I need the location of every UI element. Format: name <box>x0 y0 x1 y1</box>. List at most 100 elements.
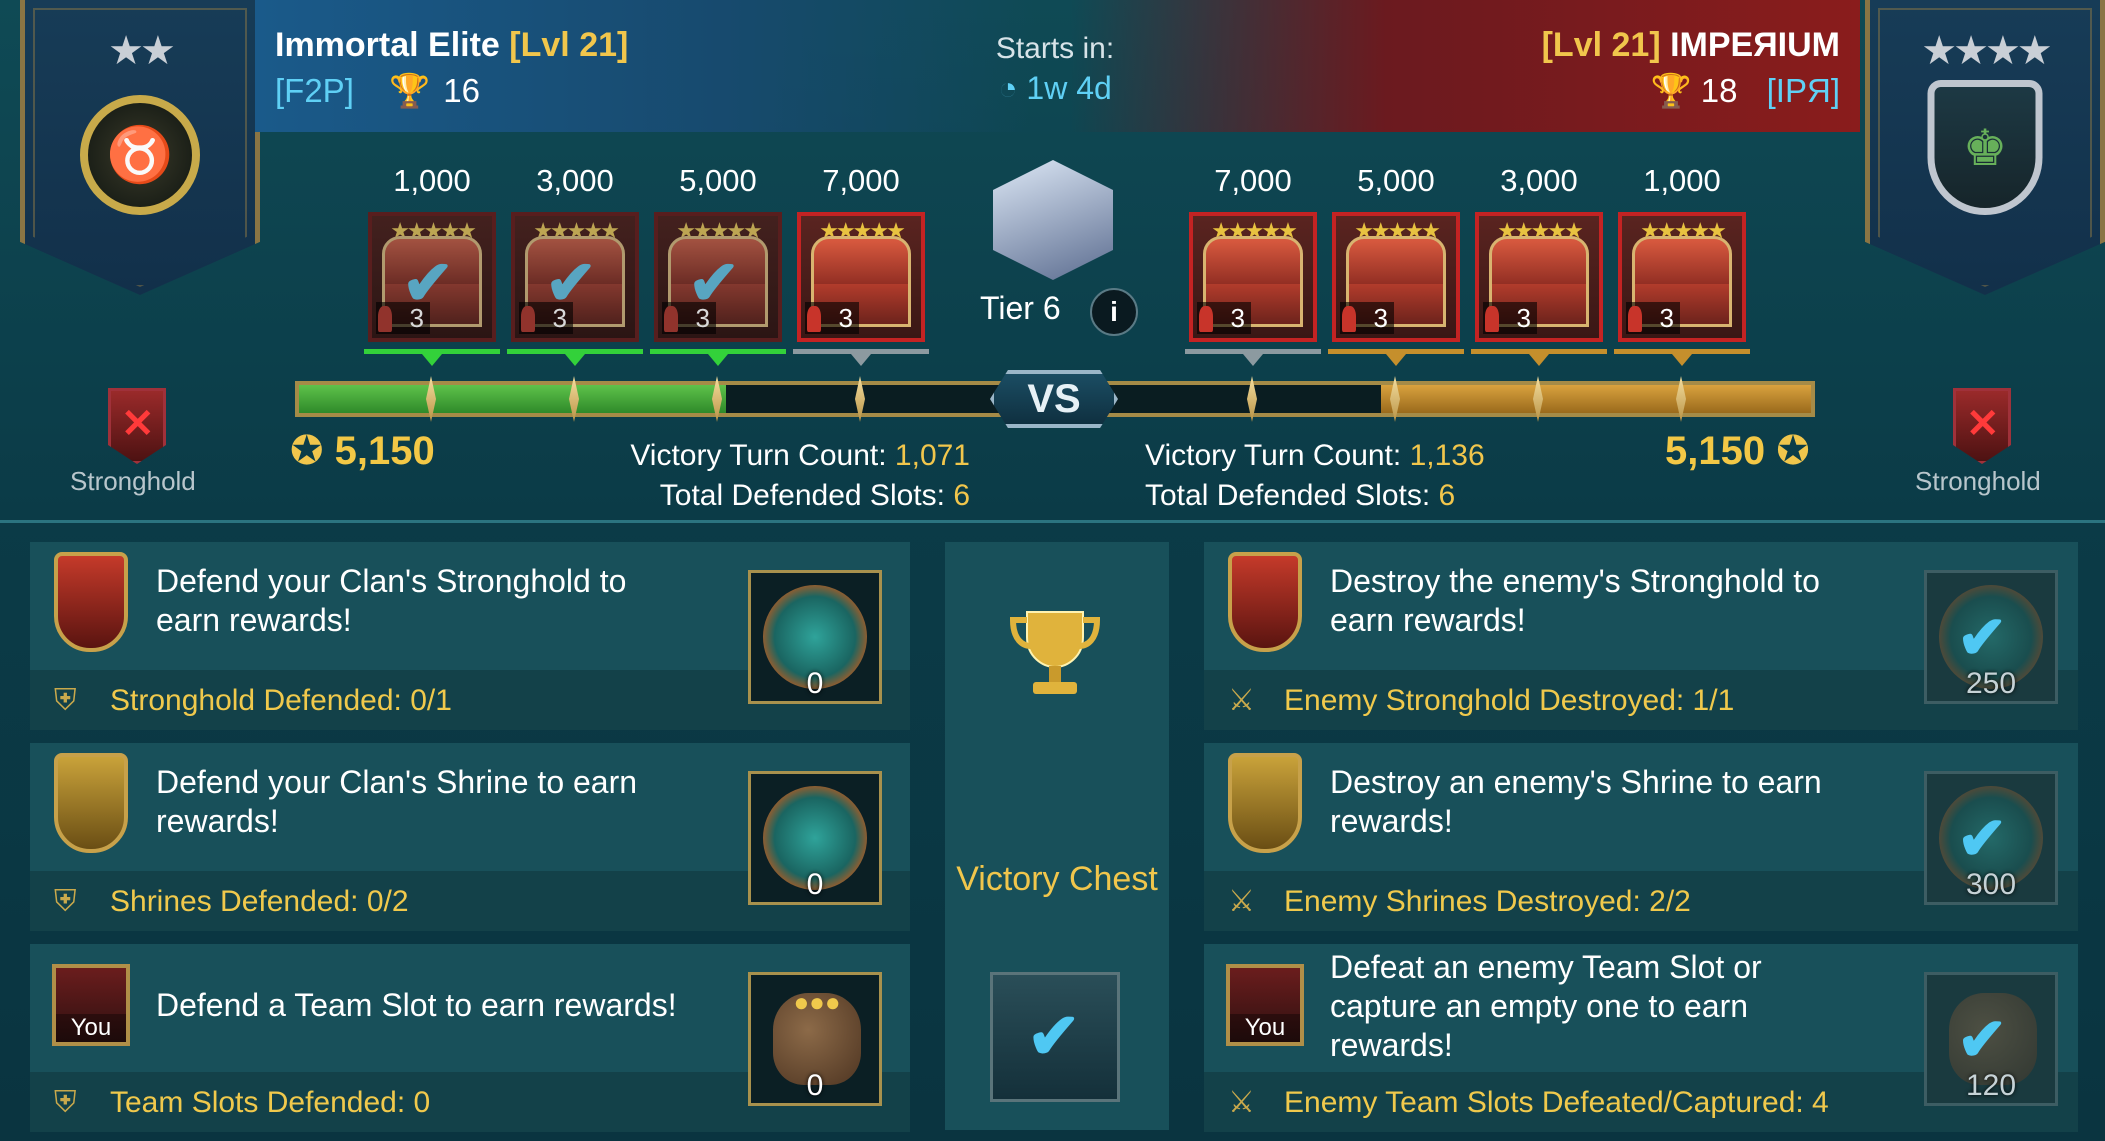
left-clan-banner[interactable]: ★★ ♉ <box>20 0 260 295</box>
divider <box>0 520 2105 523</box>
reward-chest[interactable]: ★★★★★ 3 <box>1332 212 1460 342</box>
pointer-icon <box>1243 354 1263 366</box>
stronghold-icon[interactable]: ✕ <box>1953 388 2011 464</box>
left-clan-name: Immortal Elite <box>275 26 500 64</box>
reward-slot[interactable]: ✔ 300 <box>1924 771 2058 905</box>
you-label: You <box>1230 1014 1300 1042</box>
right-clan-tag: [IPЯ] <box>1766 72 1840 109</box>
rabbit-icon <box>1199 306 1213 332</box>
reward-amount: 0 <box>806 868 824 901</box>
frog-emblem-icon: ♚ <box>1927 80 2043 215</box>
task-panel: You Defeat an enemy Team Slot or capture… <box>1204 944 2078 1132</box>
defended-slots-value: 6 <box>1438 479 1456 512</box>
reward-slot[interactable]: 0 <box>748 570 882 704</box>
left-progress-bar <box>295 381 1015 417</box>
stronghold-task-icon <box>1228 552 1302 652</box>
reward-chest[interactable]: ★★★★★ ✔ 3 <box>511 212 639 342</box>
right-clan-banner[interactable]: ★★★★ ♚ <box>1865 0 2105 295</box>
x-icon: ✕ <box>121 402 155 446</box>
rabbit-icon <box>1342 306 1356 332</box>
reward-slot[interactable]: 0 <box>748 771 882 905</box>
reward-chest[interactable]: ★★★★★ ✔ 3 <box>368 212 496 342</box>
chest-points: 7,000 <box>822 163 900 198</box>
chest-points: 1,000 <box>1643 163 1721 198</box>
reward-amount: 250 <box>1965 667 2017 700</box>
check-icon: ✔ <box>1957 604 2008 671</box>
reward-chest[interactable]: ★★★★★ 3 <box>1475 212 1603 342</box>
chest-points: 5,000 <box>679 163 757 198</box>
victory-chest[interactable]: ✔ <box>990 972 1120 1102</box>
chest-lid <box>811 236 911 290</box>
left-stats: Victory Turn Count: 1,071 Total Defended… <box>560 436 970 516</box>
victory-chest-panel: Victory Chest ✔ <box>945 542 1169 1130</box>
left-clan-header: Immortal Elite [Lvl 21] [F2P] 🏆 16 <box>255 0 1035 132</box>
timer-value: 1w 4d <box>1026 70 1112 106</box>
reward-amount: 120 <box>1965 1069 2017 1102</box>
tier-info-icon[interactable]: i <box>1090 288 1138 336</box>
reward-amount: 0 <box>806 1069 824 1102</box>
right-score-value: 5,150 <box>1665 429 1766 473</box>
reward-chest[interactable]: ★★★★★ 3 <box>1618 212 1746 342</box>
pointer-icon <box>1672 354 1692 366</box>
left-score-value: 5,150 <box>334 429 435 473</box>
victory-turn-value: 1,071 <box>894 439 970 472</box>
chest-lid <box>1203 236 1303 290</box>
right-clan-level: [Lvl 21] <box>1541 26 1661 64</box>
check-icon: ✔ <box>1957 1006 2008 1073</box>
clan-stars-icon: ★★ <box>108 29 176 73</box>
reward-slot[interactable]: ✔ 120 <box>1924 972 2058 1106</box>
task-text: Defeat an enemy Team Slot or capture an … <box>1330 949 1762 1063</box>
coins-icon: ●●● <box>793 987 841 1017</box>
reward-chest[interactable]: ★★★★★ ✔ 3 <box>654 212 782 342</box>
left-score: ✪ 5,150 <box>290 428 435 474</box>
trophy-icon <box>1009 611 1101 694</box>
shield-wings-icon: ⛨ <box>54 1086 77 1119</box>
rabbit-icon <box>378 306 392 332</box>
trophy-icon: 🏆 <box>389 72 431 109</box>
left-progress-fill <box>299 385 727 413</box>
pointer-icon <box>851 354 871 366</box>
reward-amount: 0 <box>806 667 824 700</box>
defended-slots-value: 6 <box>953 479 970 512</box>
rabbit-icon <box>1485 306 1499 332</box>
right-clan-title: [Lvl 21] IMPEЯIUM <box>1542 26 1840 65</box>
right-stats: Victory Turn Count: 1,136 Total Defended… <box>1145 436 1565 516</box>
pointer-icon <box>565 354 585 366</box>
task-progress: Team Slots Defended: 0 <box>110 1086 431 1119</box>
reward-slot[interactable]: ●●● 0 <box>748 972 882 1106</box>
pointer-icon <box>1529 354 1549 366</box>
clan-points-icon: ✪ <box>290 429 324 473</box>
victory-turn-label: Victory Turn Count: <box>630 439 887 472</box>
left-clan-trophies: 16 <box>443 72 481 109</box>
x-icon: ✕ <box>1966 402 2000 446</box>
task-panel: You Defend a Team Slot to earn rewards! … <box>30 944 910 1132</box>
task-panel: Defend your Clan's Shrine to earn reward… <box>30 743 910 931</box>
you-label: You <box>56 1014 126 1042</box>
left-clan-level: [Lvl 21] <box>509 26 629 64</box>
reward-chest[interactable]: ★★★★★ 3 <box>1189 212 1317 342</box>
check-icon: ✔ <box>1027 1000 1081 1072</box>
task-text: Destroy an enemy's Shrine to earn reward… <box>1330 764 1822 839</box>
reward-chest[interactable]: ★★★★★ 3 <box>797 212 925 342</box>
victory-turn-value: 1,136 <box>1409 439 1485 472</box>
task-progress: Enemy Team Slots Defeated/Captured: 4 <box>1284 1086 1829 1119</box>
champion-avatar-icon: You <box>1226 964 1304 1046</box>
rabbit-icon <box>521 306 535 332</box>
task-text: Destroy the enemy's Stronghold to earn r… <box>1330 563 1820 638</box>
left-clan-title: Immortal Elite [Lvl 21] <box>275 26 628 65</box>
defended-slots-label: Total Defended Slots: <box>659 479 945 512</box>
task-text: Defend your Clan's Stronghold to earn re… <box>156 563 627 638</box>
shield-wings-icon: ⛨ <box>54 684 77 717</box>
victory-turn-label: Victory Turn Count: <box>1145 439 1402 472</box>
chest-points: 3,000 <box>1500 163 1578 198</box>
timer-label: Starts in: <box>995 32 1115 65</box>
stronghold-icon[interactable]: ✕ <box>108 388 166 464</box>
task-panel: Destroy an enemy's Shrine to earn reward… <box>1204 743 2078 931</box>
chest-lid <box>1346 236 1446 290</box>
check-icon: ✔ <box>1957 805 2008 872</box>
reward-slot[interactable]: ✔ 250 <box>1924 570 2058 704</box>
task-text: Defend a Team Slot to earn rewards! <box>156 987 677 1023</box>
rabbit-icon <box>664 306 678 332</box>
task-text: Defend your Clan's Shrine to earn reward… <box>156 764 638 839</box>
shield-wings-icon: ⛨ <box>54 885 77 918</box>
